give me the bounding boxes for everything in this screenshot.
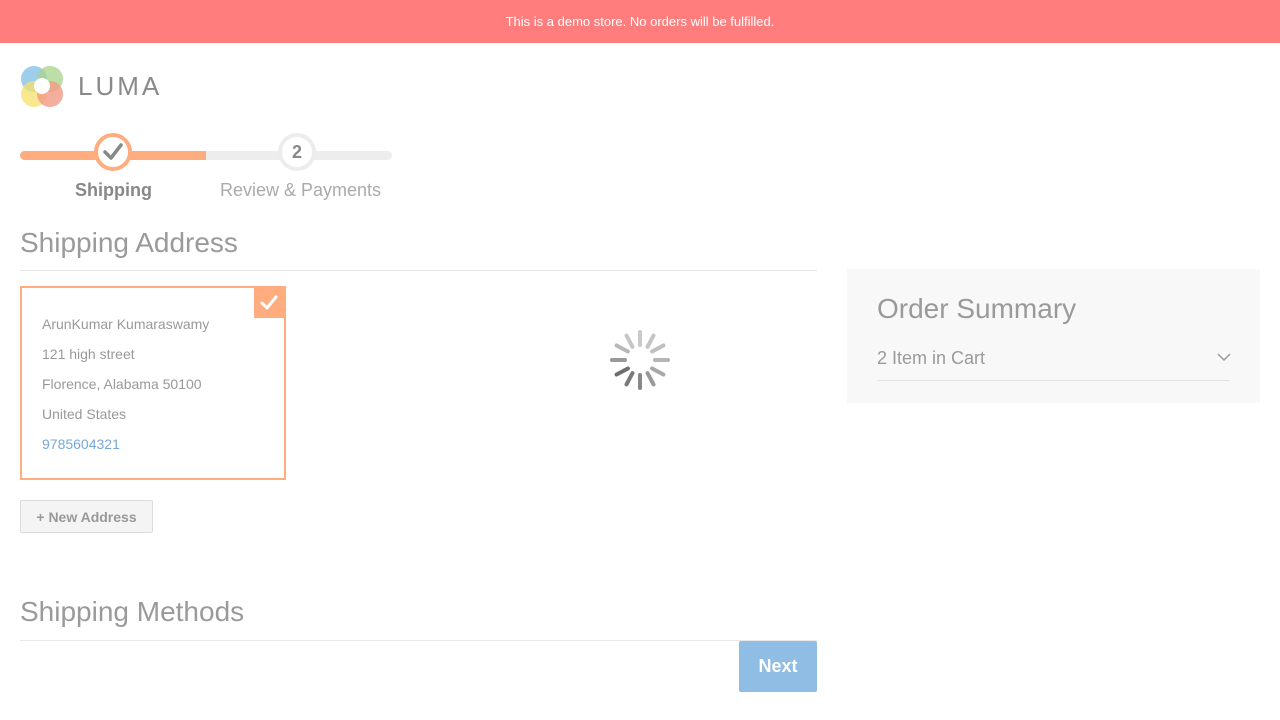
luma-logo-icon <box>21 66 63 107</box>
step-shipping-label: Shipping <box>75 180 152 200</box>
luma-logo[interactable]: LUMA <box>20 64 162 108</box>
demo-store-banner: This is a demo store. No orders will be … <box>0 0 1280 43</box>
logo-text: LUMA <box>78 70 163 101</box>
address-country: United States <box>42 406 127 422</box>
divider <box>20 270 817 271</box>
loading-spinner-icon <box>610 330 670 390</box>
next-button[interactable]: Next <box>739 641 817 692</box>
items-in-cart-toggle[interactable]: 2 Item in Cart <box>877 348 985 369</box>
address-street: 121 high street <box>42 346 135 362</box>
chevron-down-icon[interactable] <box>1216 349 1232 365</box>
shipping-address-title: Shipping Address <box>20 227 238 258</box>
step-review-label: Review & Payments <box>220 180 382 200</box>
checkmark-icon <box>103 143 123 160</box>
step-shipping-indicator <box>94 133 132 171</box>
address-city-line: Florence, Alabama 50100 <box>42 376 202 392</box>
selected-address-card[interactable]: ArunKumar Kumaraswamy 121 high street Fl… <box>20 286 286 480</box>
shipping-methods-title: Shipping Methods <box>20 596 245 627</box>
step-review-number: 2 <box>291 141 302 162</box>
divider <box>20 640 817 641</box>
divider <box>877 380 1230 381</box>
address-phone-link[interactable]: 9785604321 <box>42 436 120 452</box>
order-summary-panel: Order Summary 2 Item in Cart <box>847 269 1260 403</box>
step-review-indicator: 2 <box>278 133 316 171</box>
selected-check-badge <box>254 288 284 318</box>
order-summary-title: Order Summary <box>877 293 1077 324</box>
check-icon <box>260 295 278 310</box>
demo-store-banner-text: This is a demo store. No orders will be … <box>505 14 775 29</box>
new-address-button[interactable]: + New Address <box>20 500 153 533</box>
address-name: ArunKumar Kumaraswamy <box>42 316 210 332</box>
